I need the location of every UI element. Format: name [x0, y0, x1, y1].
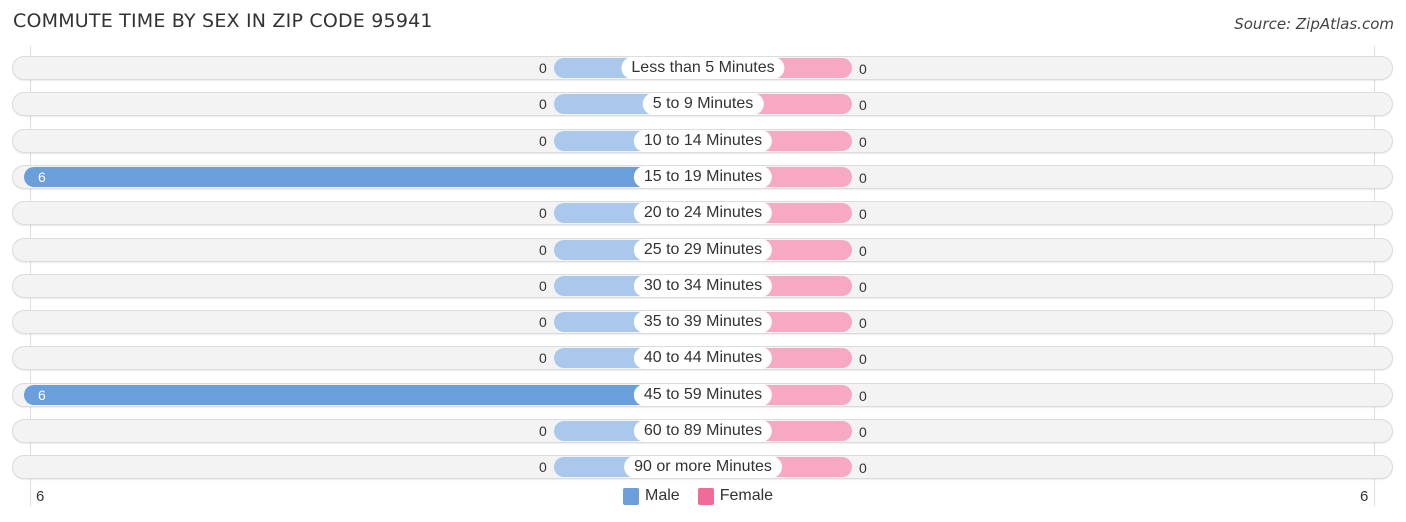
male-value-label: 0	[539, 459, 547, 476]
legend: Male Female	[623, 487, 773, 505]
legend-swatch-female	[697, 487, 714, 505]
female-value-label: 0	[859, 206, 867, 223]
male-value-label: 0	[539, 60, 547, 76]
female-value-label: 0	[859, 169, 867, 186]
chart-title: COMMUTE TIME BY SEX IN ZIP CODE 95941	[13, 10, 433, 32]
female-value-label: 0	[859, 424, 867, 440]
female-value-label: 0	[859, 278, 867, 295]
female-value-label: 0	[859, 315, 867, 332]
category-label: 45 to 59 Minutes	[633, 383, 773, 406]
category-label: 20 to 24 Minutes	[633, 202, 773, 225]
female-value-label: 0	[859, 97, 867, 114]
category-label: 15 to 19 Minutes	[633, 165, 773, 188]
category-label: 5 to 9 Minutes	[642, 93, 764, 116]
category-label: 60 to 89 Minutes	[633, 420, 773, 442]
axis-label-right: 6	[1360, 488, 1369, 505]
female-value-label: 0	[859, 242, 867, 259]
male-value-label: 0	[539, 423, 547, 439]
category-label: 90 or more Minutes	[624, 456, 782, 479]
legend-label-male: Male	[645, 487, 680, 504]
male-bar	[24, 166, 703, 187]
male-value-label: 0	[539, 205, 547, 222]
male-value-label: 0	[539, 277, 547, 294]
female-value-label: 0	[859, 460, 867, 477]
male-value-label: 0	[539, 314, 547, 331]
legend-swatch-male	[623, 487, 639, 505]
male-value-label: 6	[38, 386, 46, 403]
category-label: Less than 5 Minutes	[621, 57, 785, 79]
category-label: 35 to 39 Minutes	[633, 311, 773, 334]
female-value-label: 0	[859, 61, 867, 77]
legend-label-female: Female	[719, 487, 774, 504]
male-value-label: 0	[539, 241, 547, 258]
axis-label-left: 6	[36, 488, 45, 505]
male-value-label: 0	[539, 350, 547, 367]
category-label: 40 to 44 Minutes	[633, 347, 773, 370]
male-value-label: 0	[539, 132, 547, 149]
female-value-label: 0	[859, 351, 867, 368]
female-value-label: 0	[859, 133, 867, 150]
male-bar	[24, 384, 703, 405]
category-label: 30 to 34 Minutes	[633, 274, 773, 297]
source-label: Source: ZipAtlas.com	[1234, 15, 1394, 33]
male-value-label: 0	[539, 96, 547, 113]
category-label: 25 to 29 Minutes	[633, 238, 773, 261]
female-value-label: 0	[859, 387, 867, 404]
category-label: 10 to 14 Minutes	[633, 129, 773, 152]
male-value-label: 6	[38, 168, 46, 185]
